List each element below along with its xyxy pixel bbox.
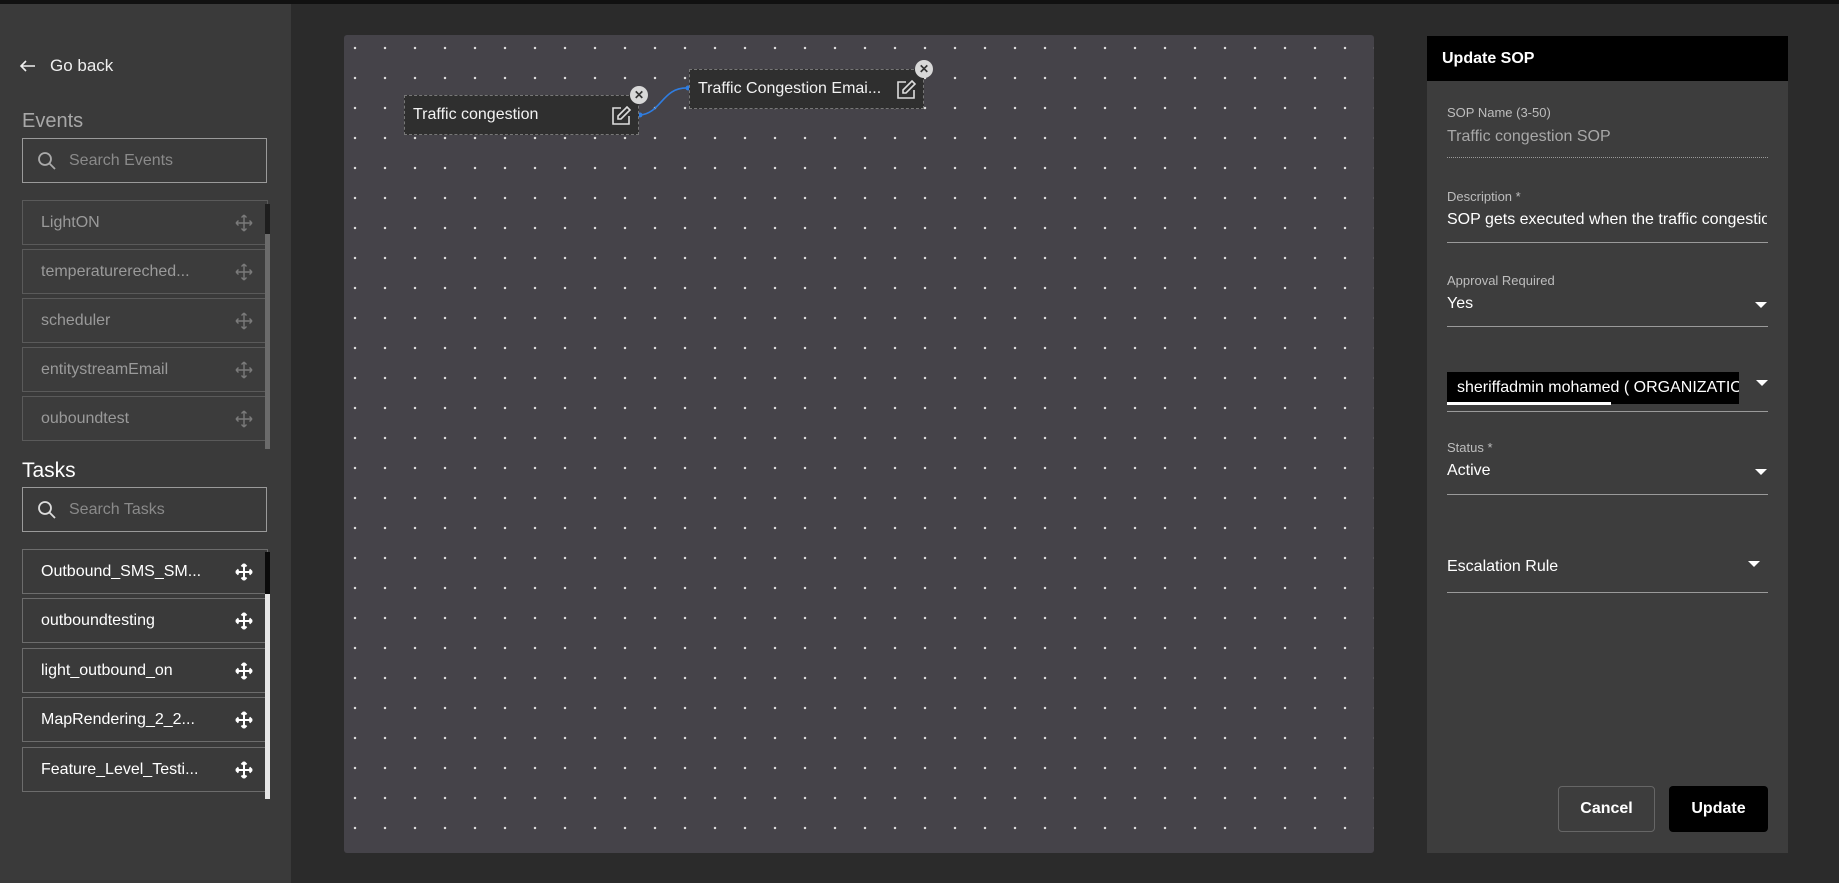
escalation-rule-select[interactable]: Escalation Rule	[1447, 558, 1767, 576]
task-item[interactable]: light_outbound_on	[22, 648, 268, 693]
event-item[interactable]: scheduler	[22, 298, 268, 343]
sidebar: Go back Events LightON temperaturereched…	[0, 4, 291, 883]
search-events-input[interactable]	[67, 150, 251, 171]
task-item-label: Feature_Level_Testi...	[41, 760, 199, 778]
search-events-box[interactable]	[22, 138, 267, 183]
approval-label: Approval Required	[1447, 273, 1555, 288]
chevron-down-icon[interactable]	[1756, 380, 1768, 386]
drag-handle-icon[interactable]	[235, 263, 253, 281]
status-select[interactable]: Active	[1447, 462, 1767, 480]
task-item[interactable]: Outbound_SMS_SM...	[22, 549, 268, 594]
chevron-down-icon[interactable]	[1748, 561, 1760, 567]
task-node-label: Traffic Congestion Emai...	[698, 80, 882, 97]
status-label: Status *	[1447, 440, 1493, 455]
event-item-label: scheduler	[41, 311, 111, 329]
cancel-button[interactable]: Cancel	[1558, 786, 1655, 832]
search-icon	[38, 151, 56, 170]
drag-handle-icon[interactable]	[235, 760, 253, 779]
event-node-label: Traffic congestion	[413, 106, 539, 123]
node-connector	[637, 85, 691, 118]
event-item[interactable]: ouboundtest	[22, 396, 268, 441]
search-tasks-box[interactable]	[22, 487, 267, 532]
update-sop-panel: Update SOP SOP Name (3-50) Traffic conge…	[1427, 36, 1788, 853]
task-item-label: Outbound_SMS_SM...	[41, 562, 202, 580]
go-back-button[interactable]: Go back	[20, 56, 113, 76]
escalation-underline	[1447, 592, 1768, 593]
drag-handle-icon[interactable]	[235, 562, 253, 581]
event-node[interactable]: Traffic congestion ✕	[404, 86, 648, 135]
drag-handle-icon[interactable]	[235, 361, 253, 379]
drag-handle-icon[interactable]	[235, 312, 253, 330]
chevron-down-icon[interactable]	[1755, 469, 1767, 475]
drag-handle-icon[interactable]	[235, 710, 253, 729]
task-item-label: outboundtesting	[41, 611, 155, 629]
task-item[interactable]: MapRendering_2_2...	[22, 697, 268, 742]
tasks-scrollbar-thumb[interactable]	[265, 552, 270, 594]
events-title: Events	[22, 110, 84, 132]
panel-title: Update SOP	[1427, 36, 1788, 81]
search-icon	[38, 500, 56, 519]
status-underline	[1447, 494, 1768, 495]
drag-handle-icon[interactable]	[235, 214, 253, 232]
event-item[interactable]: temperaturereched...	[22, 249, 268, 294]
task-node[interactable]: Traffic Congestion Emai... ✕	[689, 60, 933, 109]
tasks-title: Tasks	[22, 459, 76, 482]
approver-scroll-indicator	[1447, 402, 1611, 405]
description-underline	[1447, 242, 1768, 243]
search-tasks-input[interactable]	[67, 499, 251, 520]
close-icon[interactable]: ✕	[630, 86, 648, 104]
events-scrollbar-thumb[interactable]	[265, 204, 270, 234]
events-scrollbar[interactable]	[265, 204, 270, 449]
approval-select[interactable]: Yes	[1447, 295, 1767, 313]
sop-name-label: SOP Name (3-50)	[1447, 105, 1551, 120]
task-item-label: light_outbound_on	[41, 661, 173, 679]
workflow-canvas[interactable]: Traffic congestion ✕ Traffic Congestion …	[344, 35, 1374, 853]
event-item[interactable]: LightON	[22, 200, 268, 245]
chevron-down-icon[interactable]	[1755, 302, 1767, 308]
go-back-label: Go back	[50, 56, 114, 75]
drag-handle-icon[interactable]	[235, 661, 253, 680]
arrow-left-icon	[20, 60, 35, 72]
update-button[interactable]: Update	[1669, 786, 1768, 832]
approval-underline	[1447, 326, 1768, 327]
task-item-label: MapRendering_2_2...	[41, 710, 195, 728]
approver-chip-label: sheriffadmin mohamed ( ORGANIZATION	[1457, 379, 1739, 396]
drag-handle-icon[interactable]	[235, 611, 253, 630]
task-item[interactable]: Feature_Level_Testi...	[22, 747, 268, 792]
event-item-label: temperaturereched...	[41, 262, 190, 280]
close-icon[interactable]: ✕	[915, 60, 933, 78]
description-field[interactable]: SOP gets executed when the traffic conge…	[1447, 211, 1767, 229]
event-item-label: entitystreamEmail	[41, 360, 169, 378]
edit-icon[interactable]	[895, 79, 917, 101]
approver-chip[interactable]: sheriffadmin mohamed ( ORGANIZATION	[1447, 372, 1739, 404]
description-label: Description *	[1447, 189, 1521, 204]
drag-handle-icon[interactable]	[235, 410, 253, 428]
event-item-label: LightON	[41, 213, 100, 231]
task-item[interactable]: outboundtesting	[22, 598, 268, 643]
edit-icon[interactable]	[610, 105, 632, 127]
sop-name-underline	[1447, 157, 1768, 158]
sop-name-field[interactable]: Traffic congestion SOP	[1447, 128, 1767, 146]
event-item[interactable]: entitystreamEmail	[22, 347, 268, 392]
event-item-label: ouboundtest	[41, 409, 130, 427]
approver-underline	[1447, 411, 1768, 412]
